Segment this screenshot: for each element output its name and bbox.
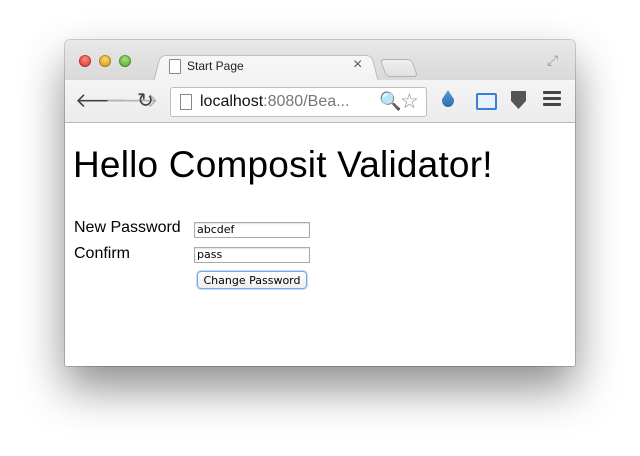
tab-start-page-content: Start Page × xyxy=(165,55,375,79)
extension-cast-icon[interactable] xyxy=(476,93,497,110)
page-content: Hello Composit Validator! New Password C… xyxy=(65,123,575,366)
bookmark-star-icon[interactable]: ☆ xyxy=(400,89,419,114)
extension-shield-icon[interactable] xyxy=(511,91,526,109)
tab-close-icon[interactable]: × xyxy=(353,56,362,74)
url-host: localhost xyxy=(200,93,264,110)
fullscreen-icon[interactable]: ⤢ xyxy=(547,52,558,69)
url-text[interactable]: localhost:8080/Bea... xyxy=(200,93,349,111)
page-icon xyxy=(180,94,192,110)
url-path: :8080/Bea... xyxy=(263,93,350,110)
new-password-field[interactable] xyxy=(194,222,310,238)
extension-drop-icon[interactable] xyxy=(442,90,454,107)
confirm-label: Confirm xyxy=(74,245,131,262)
address-bar[interactable]: localhost:8080/Bea... 🔍 ☆ xyxy=(170,87,427,117)
title-bar: Start Page × ⤢ xyxy=(65,40,575,82)
search-icon[interactable]: 🔍 xyxy=(379,91,401,112)
new-tab-button[interactable] xyxy=(379,59,419,77)
tab-title: Start Page xyxy=(187,59,244,73)
page-title: Hello Composit Validator! xyxy=(73,144,493,185)
browser-toolbar: 🡐 🡒 ↻ localhost:8080/Bea... 🔍 ☆ xyxy=(65,80,575,123)
new-password-label: New Password xyxy=(74,219,181,236)
minimize-window-button[interactable] xyxy=(99,55,111,67)
hamburger-menu-icon[interactable] xyxy=(543,91,561,107)
browser-window: Start Page × ⤢ 🡐 🡒 ↻ localhost:8080/Bea.… xyxy=(65,40,575,366)
change-password-button[interactable]: Change Password xyxy=(197,271,307,289)
zoom-window-button[interactable] xyxy=(119,55,131,67)
close-window-button[interactable] xyxy=(79,55,91,67)
confirm-password-field[interactable] xyxy=(194,247,310,263)
reload-button[interactable]: ↻ xyxy=(137,89,154,113)
page-icon xyxy=(169,59,181,74)
